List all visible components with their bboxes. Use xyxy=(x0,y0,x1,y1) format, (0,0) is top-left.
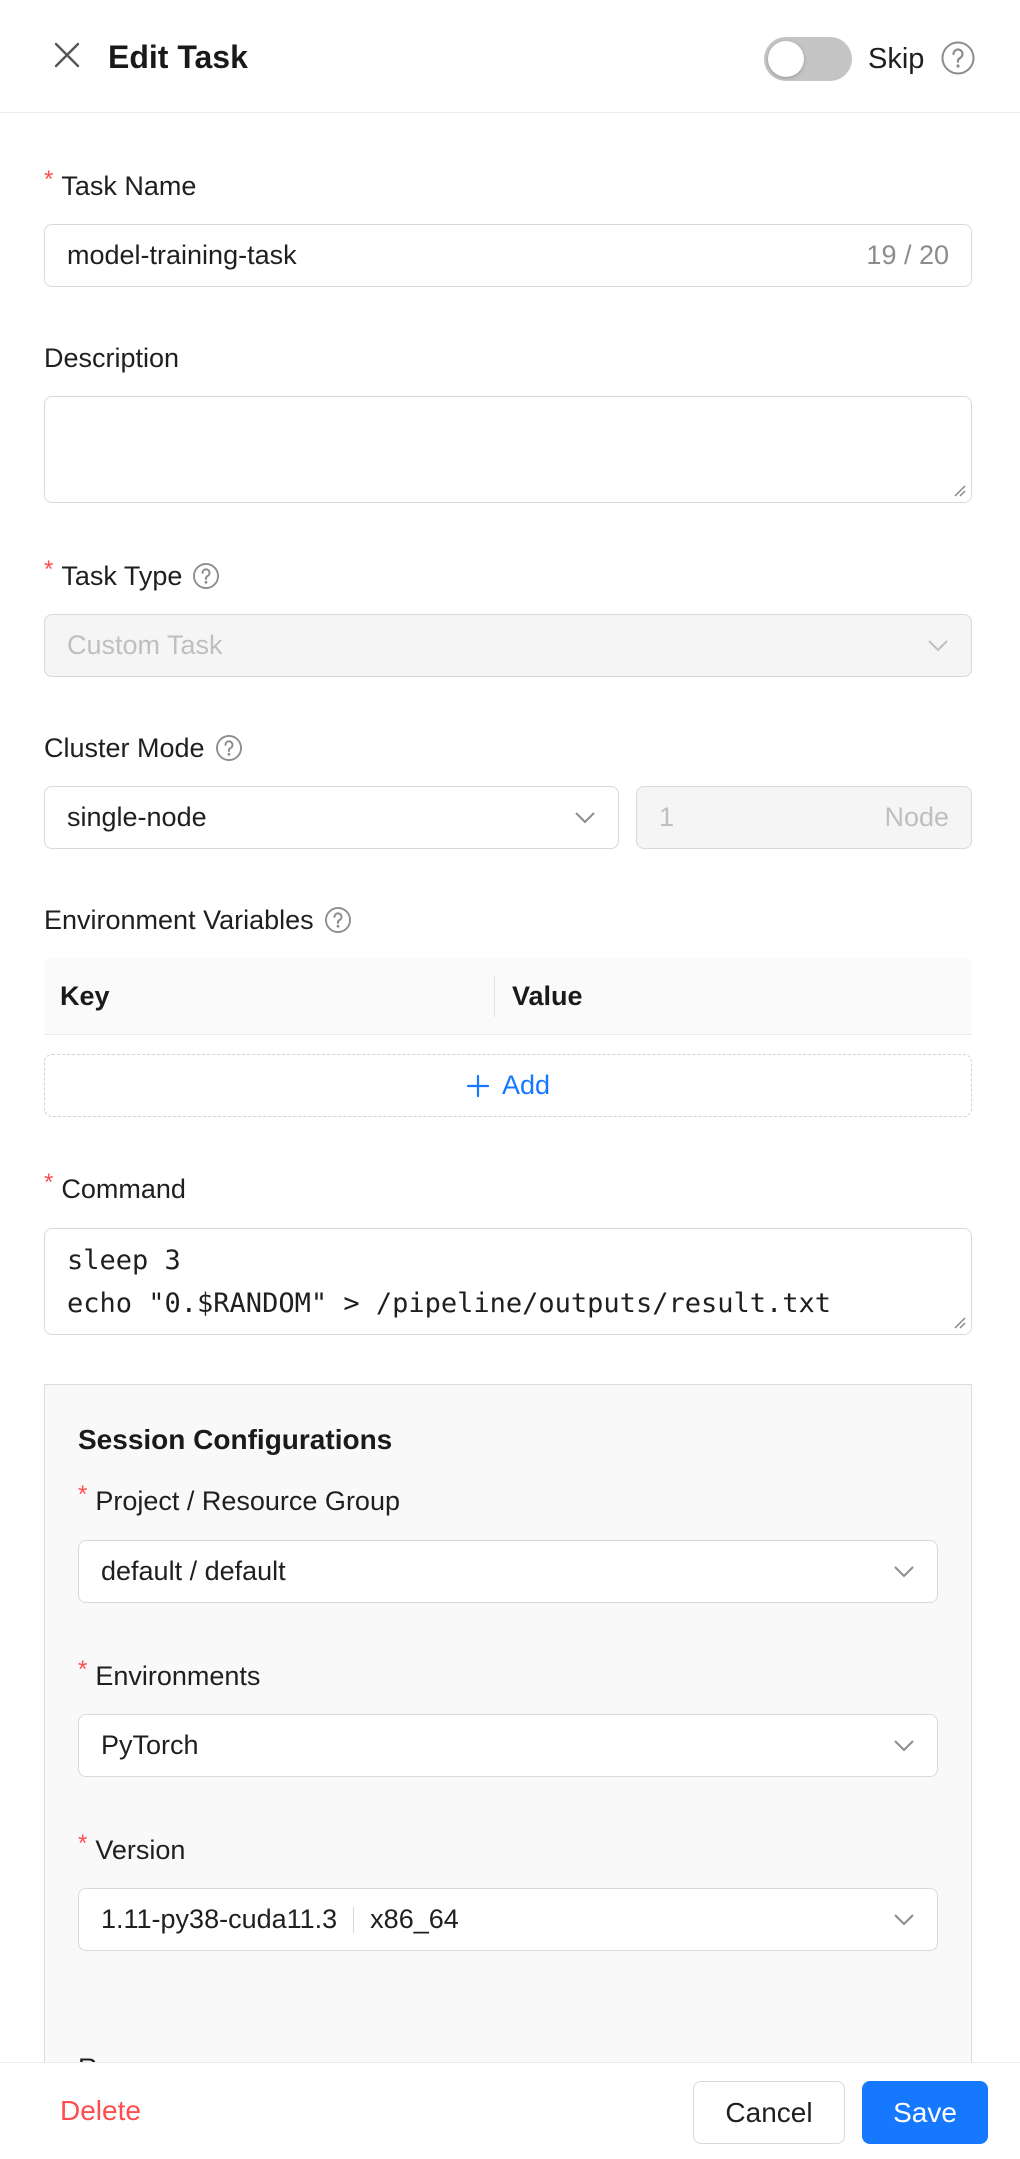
task-name-value[interactable]: model-training-task xyxy=(67,240,297,271)
cluster-mode-select[interactable]: single-node xyxy=(44,786,619,849)
required-marker: * xyxy=(44,166,54,193)
required-marker: * xyxy=(78,1481,88,1508)
node-count-value: 1 xyxy=(659,802,675,832)
close-button[interactable] xyxy=(50,38,84,72)
delete-button[interactable]: Delete xyxy=(60,2091,141,2131)
cancel-button[interactable]: Cancel xyxy=(693,2081,845,2144)
page-title: Edit Task xyxy=(108,39,248,75)
project-label: * Project / Resource Group xyxy=(78,1481,400,1517)
version-label: * Version xyxy=(78,1830,186,1866)
save-button[interactable]: Save xyxy=(862,2081,988,2144)
question-circle-icon[interactable] xyxy=(940,40,976,81)
env-vars-label: Environment Variables xyxy=(44,904,352,936)
task-type-label: * Task Type xyxy=(44,556,220,592)
node-unit-suffix: Node xyxy=(884,802,949,832)
close-icon[interactable] xyxy=(53,41,81,69)
skip-label: Skip xyxy=(868,43,925,75)
chevron-down-icon[interactable] xyxy=(574,811,596,825)
version-label-text: Version xyxy=(95,1835,186,1865)
version-separator xyxy=(353,1906,355,1933)
toggle-knob xyxy=(768,41,804,77)
cluster-mode-value[interactable]: single-node xyxy=(67,802,207,833)
drawer-footer: Delete Cancel Save xyxy=(0,2062,1020,2159)
description-textarea[interactable] xyxy=(44,396,972,503)
project-select[interactable]: default / default xyxy=(78,1540,938,1603)
command-value[interactable]: sleep 3 echo "0.$RANDOM" > /pipeline/out… xyxy=(67,1245,831,1319)
project-value[interactable]: default / default xyxy=(101,1556,286,1587)
chevron-down-icon xyxy=(927,639,949,653)
version-select[interactable]: 1.11-py38-cuda11.3 x86_64 xyxy=(78,1888,938,1951)
environments-select[interactable]: PyTorch xyxy=(78,1714,938,1777)
env-vars-label-text: Environment Variables xyxy=(44,905,314,935)
skip-toggle[interactable] xyxy=(764,37,852,81)
node-count-input: 1 Node xyxy=(636,786,972,849)
project-label-text: Project / Resource Group xyxy=(95,1486,400,1516)
task-name-input[interactable]: model-training-task 19 / 20 xyxy=(44,224,972,287)
session-config-title: Session Configurations xyxy=(78,1424,393,1455)
command-label-text: Command xyxy=(61,1174,186,1204)
task-name-label: * Task Name xyxy=(44,166,197,202)
version-value[interactable]: 1.11-py38-cuda11.3 xyxy=(101,1904,337,1935)
resize-grip-icon[interactable] xyxy=(951,1314,967,1330)
plus-icon[interactable] xyxy=(466,1074,490,1098)
task-type-value: Custom Task xyxy=(67,630,223,660)
resize-grip-icon[interactable] xyxy=(951,482,967,498)
required-marker: * xyxy=(44,556,54,583)
chevron-down-icon[interactable] xyxy=(893,1565,915,1579)
environments-label: * Environments xyxy=(78,1656,261,1692)
question-circle-icon[interactable] xyxy=(324,906,352,934)
cluster-mode-label: Cluster Mode xyxy=(44,732,243,764)
required-marker: * xyxy=(44,1169,54,1196)
cluster-mode-label-text: Cluster Mode xyxy=(44,733,205,763)
required-marker: * xyxy=(78,1830,88,1857)
add-label[interactable]: Add xyxy=(502,1070,550,1101)
value-column-header: Value xyxy=(512,981,583,1011)
question-circle-icon[interactable] xyxy=(192,562,220,590)
task-name-label-text: Task Name xyxy=(61,171,197,201)
task-type-label-text: Task Type xyxy=(61,561,183,591)
env-vars-table-header: Key Value xyxy=(44,958,972,1035)
version-arch[interactable]: x86_64 xyxy=(370,1904,459,1935)
environments-value[interactable]: PyTorch xyxy=(101,1730,199,1761)
chevron-down-icon[interactable] xyxy=(893,1913,915,1927)
command-textarea[interactable]: sleep 3 echo "0.$RANDOM" > /pipeline/out… xyxy=(44,1228,972,1335)
required-marker: * xyxy=(78,1656,88,1683)
environments-label-text: Environments xyxy=(95,1661,261,1691)
question-circle-icon[interactable] xyxy=(215,734,243,762)
description-label: Description xyxy=(44,342,179,374)
char-counter: 19 / 20 xyxy=(866,240,949,270)
add-env-var-button[interactable]: Add xyxy=(44,1054,972,1117)
description-label-text: Description xyxy=(44,343,180,373)
column-divider xyxy=(494,976,495,1017)
command-label: * Command xyxy=(44,1169,186,1205)
key-column-header: Key xyxy=(60,981,110,1011)
task-type-select: Custom Task xyxy=(44,614,972,677)
chevron-down-icon[interactable] xyxy=(893,1739,915,1753)
drawer-header: Edit Task Skip xyxy=(0,0,1020,113)
